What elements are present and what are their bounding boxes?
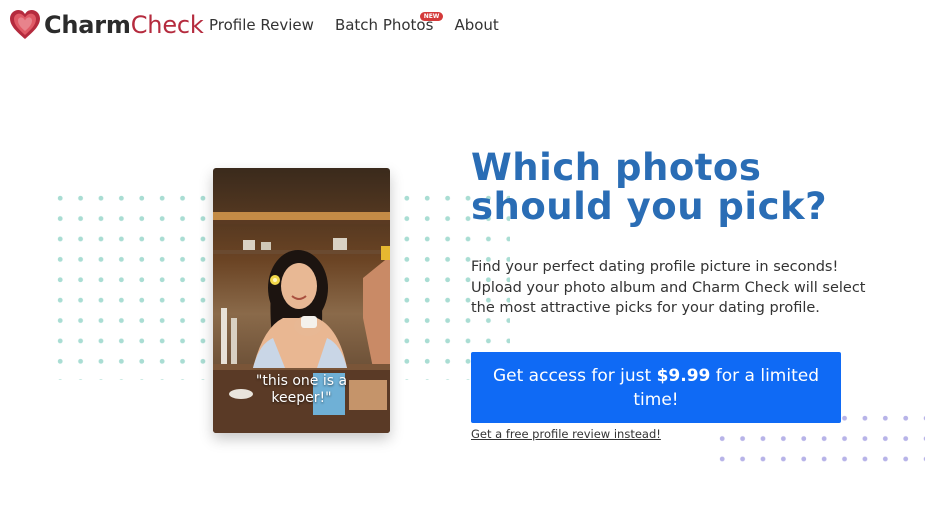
sample-photo-card: "this one is a keeper!" [213,168,390,433]
brand-name: CharmCheck [44,8,204,42]
hero-description: Find your perfect dating profile picture… [471,259,866,316]
new-badge: NEW [419,12,444,21]
cta-price: $9.99 [656,365,711,386]
brand-logo[interactable]: CharmCheck [8,8,204,42]
nav-about[interactable]: About [454,15,498,35]
get-access-button[interactable]: Get access for just $9.99 for a limited … [471,352,841,423]
free-review-link[interactable]: Get a free profile review instead! [471,427,661,441]
nav-batch-photos[interactable]: Batch Photos NEW [334,12,444,35]
nav-profile-review[interactable]: Profile Review [209,15,314,35]
heart-icon [10,10,40,39]
nav-batch-photos-label: Batch Photos [334,16,434,34]
photo-caption: "this one is a keeper!" [255,373,348,406]
brand-name-part2: Check [130,11,204,39]
cta-prefix: Get access for just [492,365,657,386]
brand-name-part1: Charm [44,11,131,39]
main-nav: Profile Review Batch Photos NEW About [209,12,499,35]
hero-title: Which photos should you pick? [471,146,828,228]
